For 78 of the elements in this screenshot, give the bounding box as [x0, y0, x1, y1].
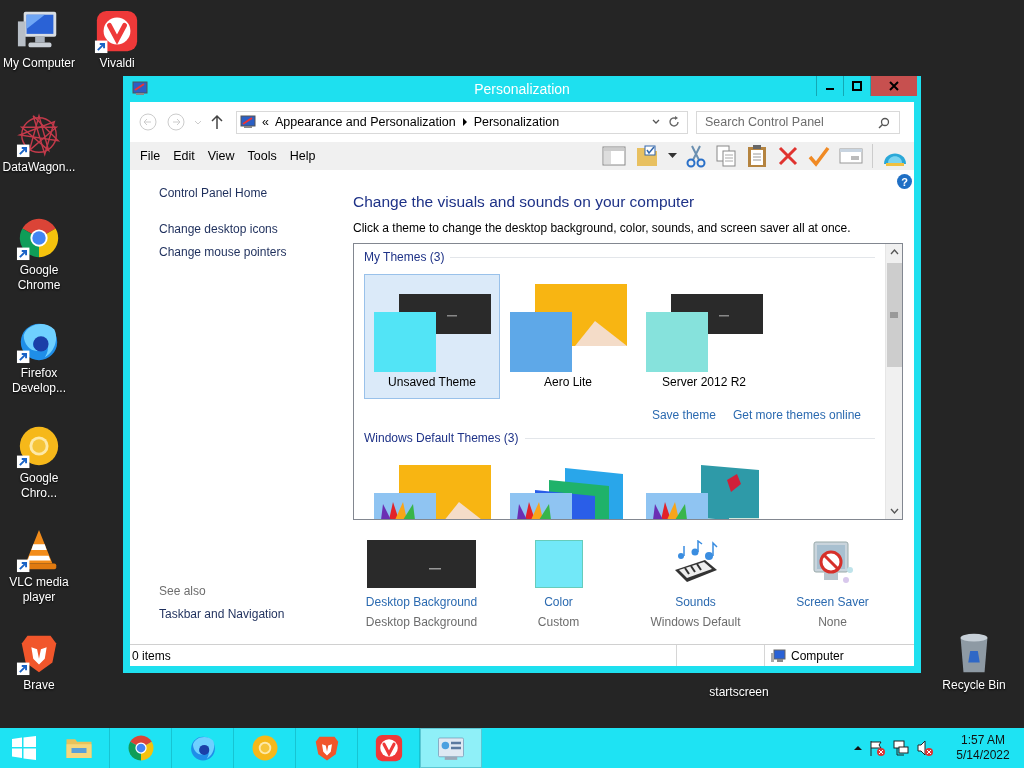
scroll-up-icon[interactable]: [889, 249, 899, 255]
breadcrumb[interactable]: Appearance and Personalization: [274, 115, 456, 129]
setting-link[interactable]: Sounds: [675, 594, 716, 610]
theme-name: Aero Lite: [544, 375, 592, 389]
menu-item[interactable]: File: [140, 149, 161, 163]
theme-tile[interactable]: Server 2012 R2: [636, 274, 772, 399]
chevron-icon[interactable]: [461, 118, 468, 126]
desktop-icon-label[interactable]: VLC media player: [1, 575, 77, 605]
up-arrow-icon[interactable]: [210, 114, 224, 130]
v-logo-icon: [373, 733, 404, 763]
desktop-icon-label[interactable]: Vivaldi: [79, 56, 155, 71]
desktop-icon-label[interactable]: DataWagon...: [1, 160, 77, 175]
breadcrumb[interactable]: Personalization: [473, 115, 560, 129]
caret-icon[interactable]: [854, 745, 862, 751]
desktop-icon-label[interactable]: startscreen: [701, 685, 777, 700]
control-panel-icon: [240, 114, 256, 130]
menu-item[interactable]: Help: [289, 149, 316, 163]
window-title: Personalization: [474, 81, 570, 97]
sidebar-link[interactable]: Change desktop icons: [159, 222, 353, 237]
clock-time[interactable]: 1:57 AM: [961, 733, 1005, 748]
theme-link[interactable]: Save theme: [651, 408, 716, 422]
menu-item[interactable]: Tools: [247, 149, 277, 163]
wallpaper-thumbnail[interactable]: [367, 540, 476, 588]
setting-value: Custom: [537, 614, 580, 630]
scroll-down-icon[interactable]: [889, 508, 899, 514]
see-also-heading: See also: [159, 584, 207, 599]
refresh-icon[interactable]: [667, 115, 681, 129]
setting-value: Windows Default: [650, 614, 741, 630]
theme-name: Server 2012 R2: [661, 375, 746, 389]
color-swatch[interactable]: [534, 540, 583, 588]
control-panel-icon: [132, 80, 148, 96]
help-icon[interactable]: ?: [897, 174, 912, 189]
close-button[interactable]: [870, 76, 917, 96]
folder-check-icon[interactable]: [635, 144, 659, 168]
desktop-icon-label[interactable]: Google Chro...: [1, 471, 77, 501]
search-field[interactable]: Search Control Panel: [696, 110, 900, 134]
sidebar-link[interactable]: Taskbar and Navigation: [159, 607, 353, 622]
group-heading: My Themes (3): [364, 250, 445, 264]
menu-item[interactable]: Edit: [173, 149, 195, 163]
desktop-icon-label[interactable]: Google Chrome: [1, 263, 77, 293]
network-icon[interactable]: [892, 739, 910, 757]
scissors-icon[interactable]: [686, 144, 706, 168]
theme-name: Unsaved Theme: [388, 375, 476, 389]
setting-link[interactable]: Screen Saver: [796, 594, 869, 610]
clipboard-icon[interactable]: [746, 144, 768, 168]
setting-value: Desktop Background: [365, 614, 478, 630]
search-icon[interactable]: [878, 116, 890, 129]
theme-link[interactable]: Get more themes online: [732, 408, 861, 422]
setting-value: None: [818, 614, 847, 630]
sidebar-link[interactable]: Control Panel Home: [159, 186, 353, 201]
setting-link[interactable]: Desktop Background: [365, 594, 478, 610]
theme-tile[interactable]: Unsaved Theme: [364, 274, 500, 399]
scrollbar-thumb[interactable]: [886, 263, 902, 367]
menu-item[interactable]: View: [207, 149, 235, 163]
desktop-icon-label[interactable]: Recycle Bin: [936, 678, 1012, 693]
checkmark-icon[interactable]: [808, 145, 830, 167]
theme-tile[interactable]: Aero Lite: [500, 274, 636, 399]
clock-date[interactable]: 5/14/2022: [956, 748, 1010, 763]
sidebar-link[interactable]: Change mouse pointers: [159, 245, 353, 260]
close-icon[interactable]: [889, 81, 899, 91]
desktop-icon-label[interactable]: Brave: [1, 678, 77, 693]
setting-link[interactable]: Color: [544, 594, 573, 610]
group-heading: Windows Default Themes (3): [364, 431, 519, 445]
computer-icon: [770, 648, 786, 663]
flag-icon[interactable]: [868, 739, 886, 757]
status-location: Computer: [791, 648, 844, 663]
page-description: Click a theme to change the desktop background, color, sounds, and screen saver all at once.: [353, 221, 852, 236]
desktop-icon-label[interactable]: Firefox Develop...: [1, 366, 77, 396]
caret-icon[interactable]: [668, 153, 677, 159]
maximize-icon[interactable]: [852, 81, 862, 91]
delete-icon[interactable]: [777, 145, 799, 167]
speaker-muted-icon[interactable]: [916, 739, 934, 757]
address-bar[interactable]: « Appearance and Personalization Personalization: [236, 110, 688, 134]
desktop-icon-label[interactable]: My Computer: [1, 56, 77, 71]
page-heading: Change the visuals and sounds on your computer: [353, 192, 696, 212]
overflow-marker[interactable]: «: [262, 115, 269, 129]
scrollbar[interactable]: [885, 244, 902, 519]
status-text: 0 items: [132, 648, 171, 663]
